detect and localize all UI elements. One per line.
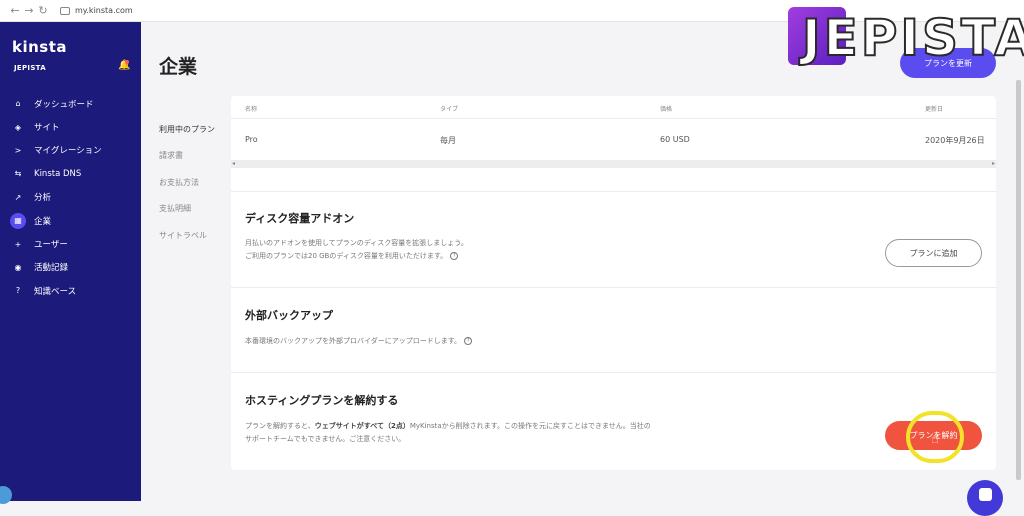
back-icon[interactable]: ←: [8, 4, 22, 17]
sidebar: kinsta JEPISTA 🔔 ⌂ ダッシュボード ◈ サイト > マイグレーション…: [0, 22, 141, 504]
plan-card: 名称 タイプ 価格 更新日 Pro 毎月 60 USD 2020年9月26日 ◂…: [231, 96, 996, 470]
sidebar-item-label: Kinsta DNS: [34, 168, 82, 179]
info-icon[interactable]: ?: [464, 337, 473, 345]
table-row: Pro 毎月 60 USD 2020年9月26日: [231, 118, 996, 158]
cancel-plan-title: ホスティングプランを解約する: [245, 394, 399, 407]
cancel-plan-text-line1: プランを解約すると、ウェブサイトがすべて（2点）MyKinstaから削除されます…: [245, 420, 651, 433]
add-to-plan-button[interactable]: プランに追加: [885, 239, 982, 267]
external-backup-title: 外部バックアップ: [245, 309, 333, 322]
sidebar-item-activity-log[interactable]: ◉ 活動記録: [0, 256, 141, 279]
subnav-payment-method[interactable]: お支払方法: [159, 169, 215, 196]
cancel-plan-text-line1-a: プランを解約すると、: [245, 422, 315, 430]
info-icon[interactable]: ?: [450, 251, 459, 260]
plan-updated-date: 2020年9月26日: [925, 136, 985, 145]
sidebar-item-label: 知識ベース: [34, 286, 77, 297]
hand-cursor-icon: ☝: [931, 432, 939, 447]
divider: [231, 191, 996, 192]
table-header: 名称 タイプ 価格 更新日: [231, 96, 996, 118]
subnav-site-labels[interactable]: サイトラベル: [159, 222, 215, 249]
forward-icon[interactable]: →: [22, 4, 36, 17]
external-backup-description: 本番環境のバックアップを外部プロバイダーにアップロードします。?: [245, 335, 473, 348]
sidebar-item-label: 分析: [34, 193, 52, 204]
disk-addon-text-line2: ご利用のプランでは20 GBのディスク容量を利用いただけます。?: [245, 250, 468, 263]
horizontal-scrollbar[interactable]: ◂ ▸: [231, 160, 996, 168]
scroll-left-icon[interactable]: ◂: [232, 160, 235, 168]
cancel-plan-text-line2: サポートチームでもできません。ご注意ください。: [245, 434, 406, 443]
lock-icon: [60, 6, 70, 15]
sidebar-item-users[interactable]: + ユーザー: [0, 232, 141, 255]
sidebar-item-label: 企業: [34, 216, 52, 227]
kinsta-logo[interactable]: kinsta: [12, 38, 67, 56]
add-user-icon: +: [14, 239, 22, 249]
help-icon: ?: [15, 286, 21, 296]
sidebar-item-migration[interactable]: > マイグレーション: [0, 139, 141, 162]
column-header-type: タイプ: [440, 106, 459, 113]
sidebar-item-label: ユーザー: [34, 240, 68, 251]
plan-price: 60 USD: [660, 135, 690, 144]
disk-addon-title: ディスク容量アドオン: [245, 212, 355, 225]
eye-icon: ◉: [14, 262, 22, 272]
page-scrollbar[interactable]: [1016, 80, 1021, 480]
sidebar-item-dns[interactable]: ⇆ Kinsta DNS: [0, 162, 141, 185]
notification-dot: [125, 60, 129, 64]
company-name[interactable]: JEPISTA: [14, 64, 46, 72]
column-header-name: 名称: [245, 106, 258, 113]
sidebar-item-analytics[interactable]: ↗ 分析: [0, 186, 141, 209]
column-header-updated: 更新日: [925, 106, 944, 113]
analytics-icon: ↗: [14, 192, 22, 202]
subnav-current-plan[interactable]: 利用中のプラン: [159, 116, 215, 143]
cancel-plan-text-line1-b: MyKinstaから削除されます。この操作を元に戻すことはできません。当社の: [409, 422, 651, 430]
cancel-plan-text-bold: ウェブサイトがすべて（2点）: [314, 422, 410, 430]
sidebar-item-label: 活動記録: [34, 263, 69, 274]
disk-addon-text-line2-label: ご利用のプランでは20 GBのディスク容量を利用いただけます。: [245, 251, 448, 260]
sidebar-item-knowledge-base[interactable]: ? 知識ベース: [0, 279, 141, 302]
sidebar-item-dashboard[interactable]: ⌂ ダッシュボード: [0, 92, 141, 115]
column-header-price: 価格: [660, 106, 673, 113]
divider: [231, 287, 996, 288]
company-icon: ▦: [10, 212, 26, 229]
sidebar-nav: ⌂ ダッシュボード ◈ サイト > マイグレーション ⇆ Kinsta DNS ↗ 分析 …: [0, 92, 141, 303]
cancel-plan-description: プランを解約すると、ウェブサイトがすべて（2点）MyKinstaから削除されます…: [245, 420, 651, 445]
plan-type: 毎月: [440, 136, 456, 145]
plan-name: Pro: [245, 135, 258, 144]
sidebar-item-sites[interactable]: ◈ サイト: [0, 115, 141, 138]
chat-icon[interactable]: [967, 480, 1003, 516]
external-backup-text: 本番環境のバックアップを外部プロバイダーにアップロードします。: [245, 337, 462, 345]
sites-icon: ◈: [14, 122, 22, 132]
subnav-payment-details[interactable]: 支払明細: [159, 196, 215, 223]
home-icon: ⌂: [15, 99, 21, 109]
sidebar-item-label: マイグレーション: [34, 146, 102, 157]
watermark-text: JEPISTA: [801, 8, 1024, 68]
address-bar[interactable]: my.kinsta.com: [75, 6, 133, 15]
sidebar-item-label: ダッシュボード: [34, 99, 94, 110]
page-title: 企業: [159, 56, 198, 78]
subnav-invoices[interactable]: 請求書: [159, 143, 215, 170]
watermark-logo: JEPISTA: [788, 5, 1024, 68]
migration-icon: >: [14, 145, 22, 155]
sidebar-item-company[interactable]: ▦ 企業: [0, 209, 141, 232]
reload-icon[interactable]: ↻: [36, 4, 50, 17]
scroll-right-icon[interactable]: ▸: [992, 160, 995, 168]
divider: [231, 372, 996, 373]
disk-addon-text-line1: 月払いのアドオンを使用してプランのディスク容量を拡張しましょう。: [245, 239, 468, 247]
help-widget-icon[interactable]: [0, 486, 12, 504]
dns-icon: ⇆: [14, 169, 22, 179]
sidebar-item-label: サイト: [34, 123, 60, 134]
company-subnav: 利用中のプラン 請求書 お支払方法 支払明細 サイトラベル: [159, 116, 215, 249]
disk-addon-description: 月払いのアドオンを使用してプランのディスク容量を拡張しましょう。 ご利用のプラン…: [245, 237, 468, 262]
